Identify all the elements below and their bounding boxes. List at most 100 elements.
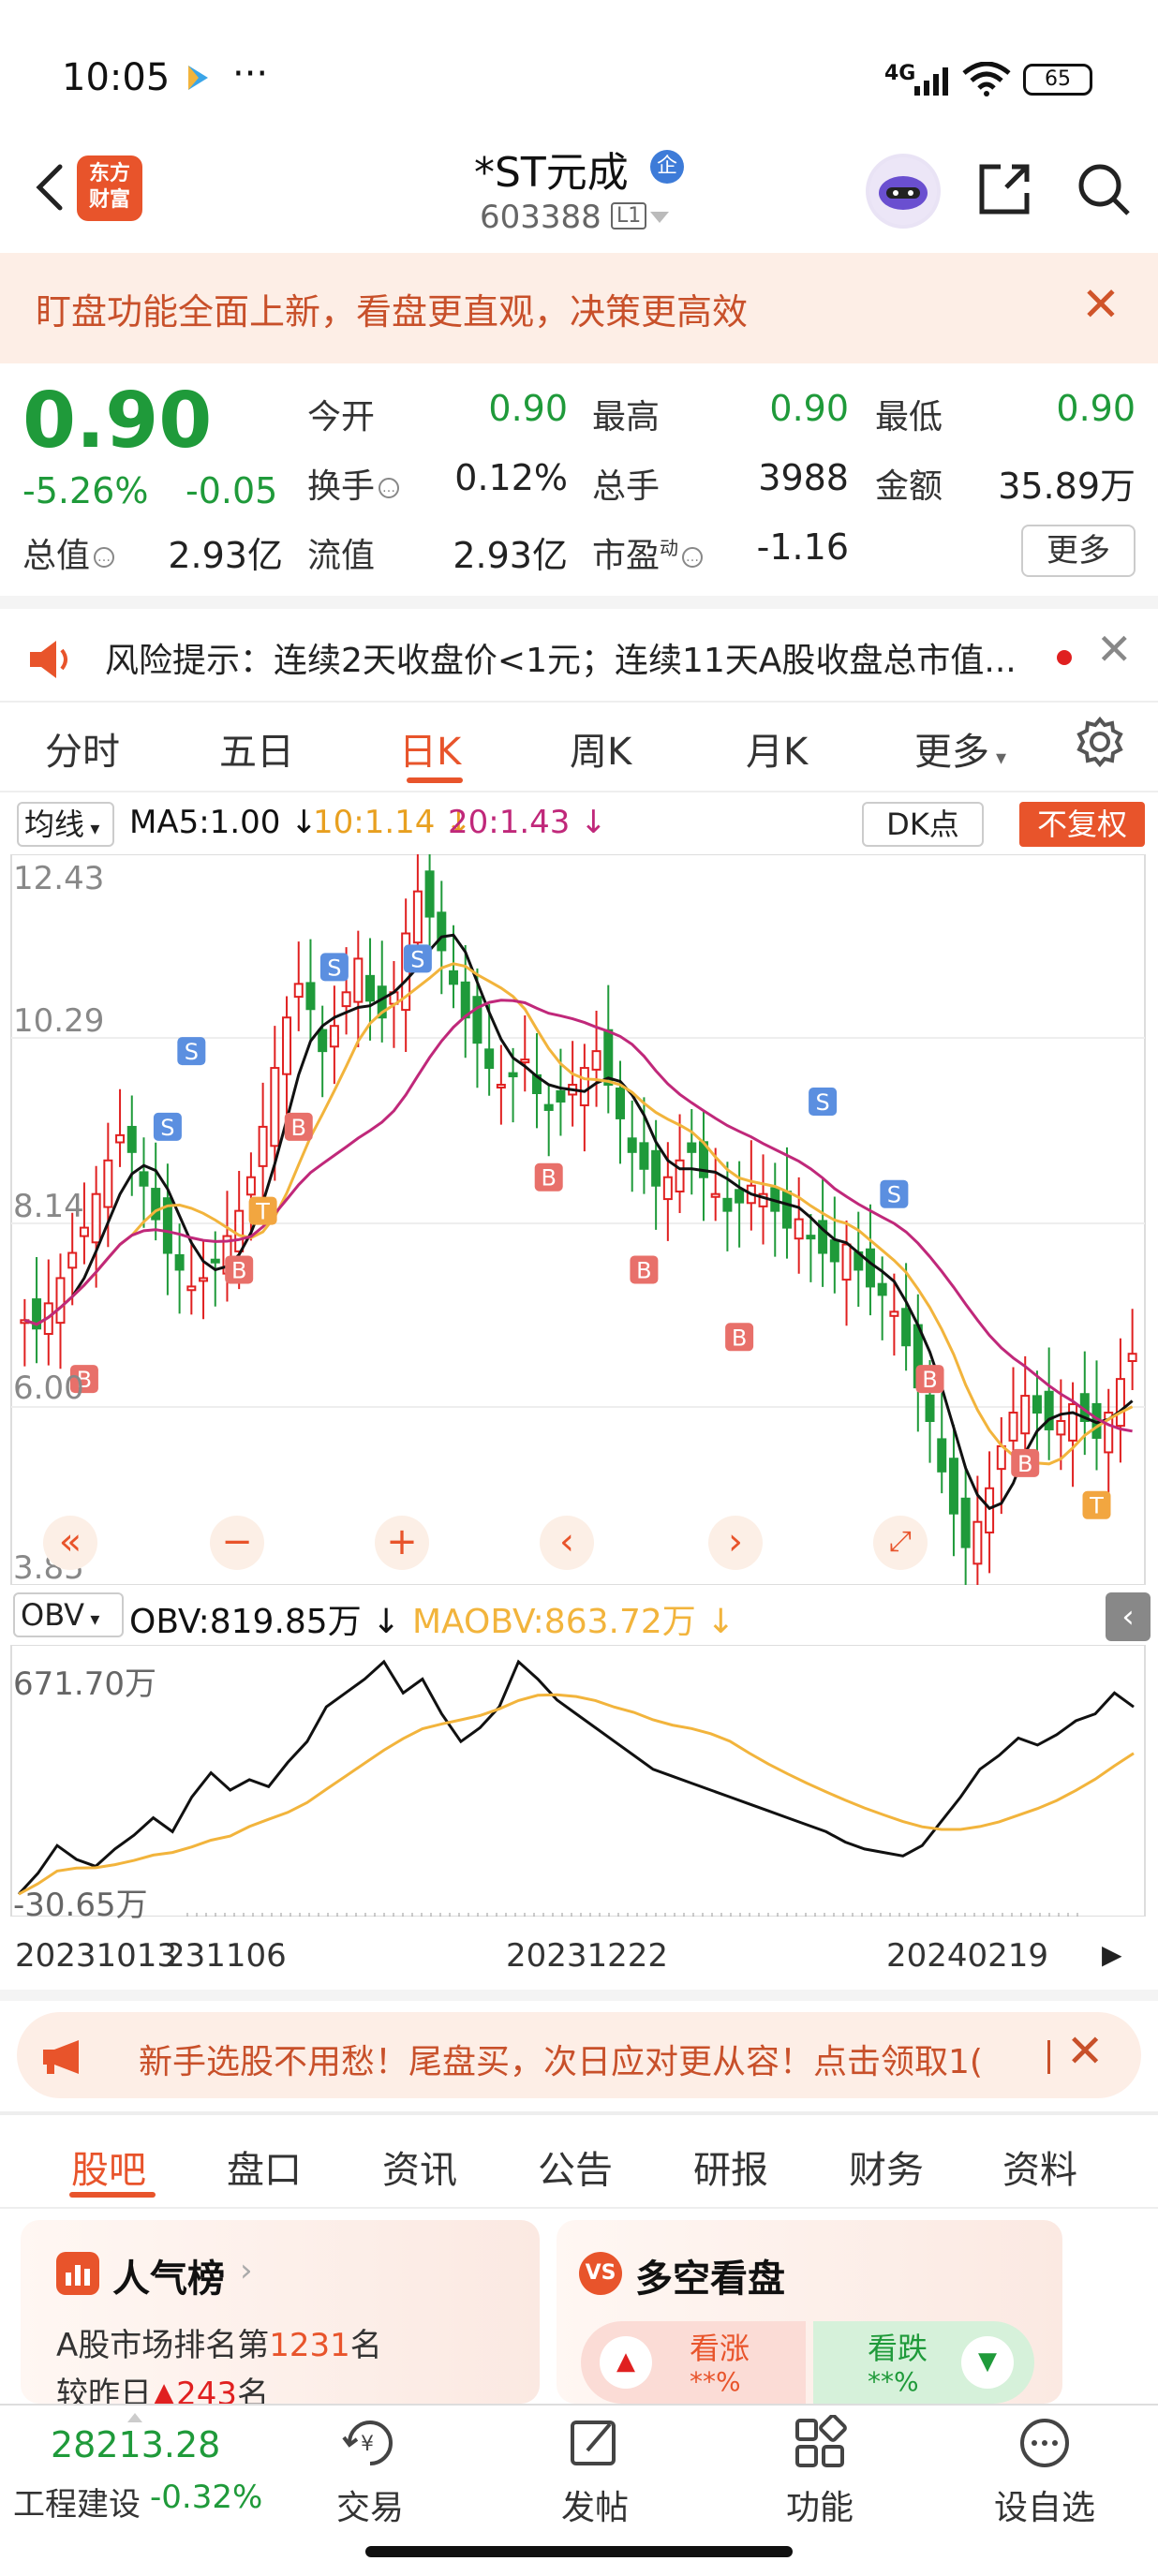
status-time: 10:05 xyxy=(62,56,171,99)
index-value[interactable]: 28213.28 xyxy=(51,2424,220,2465)
close-icon[interactable]: ✕ xyxy=(1096,624,1133,674)
candle-body xyxy=(460,981,470,1019)
zoom-out-button[interactable]: − xyxy=(210,1516,264,1570)
amount-value: 35.89万 xyxy=(998,466,1136,507)
trade-marker-label: S xyxy=(160,1115,174,1141)
risk-text: 风险提示：连续2天收盘价<1元；连续11天A股收盘总市值... xyxy=(105,642,1017,680)
candle-body xyxy=(806,1235,816,1240)
candle-body xyxy=(365,974,376,1002)
nav-trade-label: 交易 xyxy=(335,2489,404,2527)
chevron-right-icon: › xyxy=(240,2252,253,2289)
total-cap-label: 总值… xyxy=(22,528,115,577)
obv-chart[interactable] xyxy=(0,1645,1158,1917)
trade-marker-label: B xyxy=(922,1367,937,1393)
candle-body xyxy=(353,957,364,1003)
tab-guba[interactable]: 股吧 xyxy=(71,2139,146,2194)
trade-marker-label: T xyxy=(255,1199,270,1225)
dk-point-button[interactable]: DK点 xyxy=(862,802,984,847)
tab-pankou[interactable]: 盘口 xyxy=(227,2139,302,2194)
pe-label-text: 市盈 xyxy=(592,537,661,575)
gear-icon[interactable] xyxy=(1074,716,1126,768)
candle-body xyxy=(1056,1420,1066,1436)
rank-change-text: 较昨日 xyxy=(56,2376,152,2404)
candle-body xyxy=(115,1133,126,1144)
obv-axis-bottom: -30.65万 xyxy=(13,1887,148,1924)
info-icon[interactable]: … xyxy=(379,478,400,498)
play-icon[interactable]: ▶ xyxy=(1102,1939,1122,1970)
adjust-button[interactable]: 不复权 xyxy=(1019,802,1145,847)
scroll-right-button[interactable]: › xyxy=(708,1516,763,1570)
candle-body xyxy=(1032,1395,1042,1414)
maobv-label: MAOBV:863.72万 ↓ xyxy=(412,1603,735,1641)
close-icon[interactable]: ✕ xyxy=(1066,2025,1104,2078)
candle-body xyxy=(710,1192,720,1198)
close-icon[interactable]: ✕ xyxy=(1081,277,1121,332)
tab-intraday[interactable]: 分时 xyxy=(45,721,120,776)
candle-body xyxy=(627,1137,637,1153)
candle-body xyxy=(985,1487,995,1534)
tab-announcement[interactable]: 公告 xyxy=(538,2139,613,2194)
candle-body xyxy=(996,1444,1006,1471)
tab-finance[interactable]: 财务 xyxy=(849,2139,924,2194)
candle-body xyxy=(651,1149,661,1187)
expand-caret-icon[interactable] xyxy=(127,2413,142,2422)
divider xyxy=(0,1990,1158,2001)
change-amount: -0.05 xyxy=(186,470,278,511)
tab-daily-k[interactable]: 日K xyxy=(399,721,461,776)
fullscreen-button[interactable]: ⤢ xyxy=(873,1516,928,1570)
kline-chart[interactable]: BSSBTBS SBBBSSBBT xyxy=(0,854,1158,1585)
obv-label: OBV:819.85万 ↓ xyxy=(129,1603,401,1641)
battery-icon: 65 xyxy=(1023,64,1092,96)
share-icon[interactable] xyxy=(974,159,1034,219)
date-label: 20240219 xyxy=(886,1937,1049,1975)
info-icon[interactable]: … xyxy=(94,547,115,568)
candle-body xyxy=(901,1308,912,1347)
nav-post[interactable]: 发帖 xyxy=(525,2415,665,2529)
tab-five-day[interactable]: 五日 xyxy=(219,721,294,776)
nav-trade[interactable]: ¥ 交易 xyxy=(300,2415,440,2529)
indicator-select[interactable]: 均线 ▾ xyxy=(17,802,114,847)
more-button[interactable]: 更多 xyxy=(1021,525,1136,577)
active-tab-indicator xyxy=(407,777,463,783)
low-label: 最低 xyxy=(875,398,943,437)
candle-body xyxy=(1020,1395,1031,1435)
amount-label: 金额 xyxy=(875,467,943,506)
tab-news[interactable]: 资讯 xyxy=(382,2139,457,2194)
float-cap-value: 2.93亿 xyxy=(453,535,568,576)
rank-unit: 名 xyxy=(349,2327,382,2364)
tab-profile[interactable]: 资料 xyxy=(1002,2139,1077,2194)
divider xyxy=(0,2111,1158,2115)
index-change[interactable]: -0.32% xyxy=(150,2479,262,2516)
robot-assistant-icon[interactable] xyxy=(866,154,941,229)
divider xyxy=(1047,2040,1050,2074)
collapse-arrow-icon[interactable]: ‹ xyxy=(1106,1592,1151,1641)
candle-body xyxy=(675,1159,685,1193)
candle-body xyxy=(972,1520,983,1565)
candle-body xyxy=(305,982,316,1011)
zoom-in-button[interactable]: + xyxy=(375,1516,429,1570)
tab-weekly-k[interactable]: 周K xyxy=(570,721,631,776)
candle-body xyxy=(722,1197,733,1212)
scroll-left-button[interactable]: ‹ xyxy=(540,1516,594,1570)
candle-body xyxy=(877,1282,887,1296)
obv-select[interactable]: OBV ▾ xyxy=(13,1592,124,1637)
search-icon[interactable] xyxy=(1074,159,1134,219)
float-cap-label: 流值 xyxy=(307,537,376,575)
tab-monthly-k[interactable]: 月K xyxy=(746,721,808,776)
nav-functions[interactable]: 功能 xyxy=(750,2414,890,2529)
level-caret-icon[interactable] xyxy=(650,212,669,223)
candle-body xyxy=(199,1277,209,1282)
ranking-icon xyxy=(56,2252,99,2295)
back-icon[interactable] xyxy=(28,159,75,215)
index-name[interactable]: 工程建设 xyxy=(13,2479,141,2524)
candle-body xyxy=(1115,1378,1125,1428)
scroll-start-button[interactable]: « xyxy=(43,1516,97,1570)
obv-axis-top: 671.70万 xyxy=(13,1666,156,1703)
trade-marker-label: B xyxy=(541,1165,556,1192)
tab-research[interactable]: 研报 xyxy=(693,2139,768,2194)
tab-more[interactable]: 更多 ▾ xyxy=(914,721,1006,776)
nav-add-watchlist[interactable]: 设自选 xyxy=(974,2415,1115,2529)
info-icon[interactable]: … xyxy=(682,547,704,568)
level-badge[interactable]: L1 xyxy=(611,202,647,229)
feature-banner[interactable]: 盯盘功能全面上新，看盘更直观，决策更高效 ✕ xyxy=(0,253,1158,363)
